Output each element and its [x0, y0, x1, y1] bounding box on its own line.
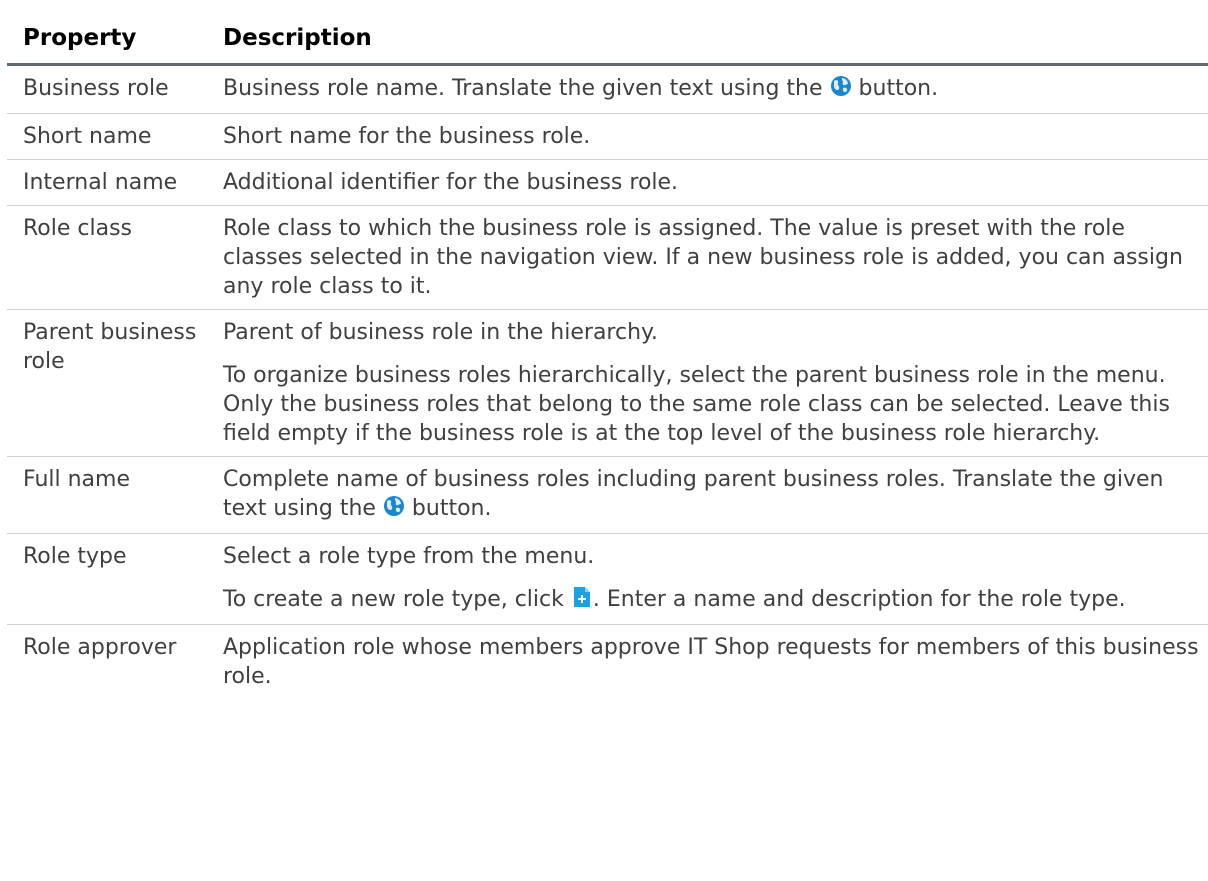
header-description: Description — [214, 16, 1208, 66]
description-paragraph: Business role name. Translate the given … — [223, 74, 1200, 105]
table-row: Role class Role class to which the busine… — [7, 205, 1208, 310]
table-row: Role type Select a role type from the men… — [7, 533, 1208, 625]
description-cell: Additional identifier for the business r… — [214, 159, 1208, 206]
property-cell: Internal name — [7, 159, 214, 206]
description-cell: Select a role type from the menu. To crea… — [214, 533, 1208, 625]
description-text: button. — [404, 496, 492, 521]
description-paragraph: Application role whose members approve I… — [223, 635, 1199, 689]
description-text: . Enter a name and description for the r… — [592, 587, 1126, 612]
table-row: Short name Short name for the business ro… — [7, 113, 1208, 160]
add-document-icon — [571, 586, 593, 616]
description-text: Complete name of business roles includin… — [223, 467, 1164, 521]
globe-translate-icon — [830, 75, 852, 105]
table-row: Parent business role Parent of business r… — [7, 309, 1208, 457]
globe-translate-icon — [383, 495, 405, 525]
property-cell: Parent business role — [7, 309, 214, 457]
table-row: Business role Business role name. Transla… — [7, 64, 1208, 114]
description-cell: Complete name of business roles includin… — [214, 456, 1208, 534]
description-paragraph: Additional identifier for the business r… — [223, 170, 679, 195]
property-cell: Role approver — [23, 635, 177, 660]
description-cell: Parent of business role in the hierarchy… — [214, 309, 1208, 457]
table-row: Role approver Application role whose memb… — [7, 625, 1208, 700]
description-paragraph: Role class to which the business role is… — [223, 216, 1183, 299]
description-cell: Business role name. Translate the given … — [214, 64, 1208, 114]
property-cell: Full name — [7, 456, 214, 534]
table-header-row: Property Description — [7, 16, 1208, 66]
table-row: Full name Complete name of business roles… — [7, 456, 1208, 534]
description-paragraph: Parent of business role in the hierarchy… — [223, 320, 658, 345]
property-cell: Role class — [7, 205, 214, 310]
description-text: Business role name. Translate the given … — [223, 76, 823, 101]
description-paragraph: Select a role type from the menu. — [223, 544, 595, 569]
description-paragraph: Short name for the business role. — [223, 124, 591, 149]
property-table: Property Description Business role Busine… — [7, 16, 1208, 699]
description-cell: Application role whose members approve I… — [214, 625, 1208, 700]
description-paragraph: Complete name of business roles includin… — [223, 465, 1200, 525]
description-cell: Short name for the business role. — [214, 113, 1208, 160]
description-paragraph: To organize business roles hierarchicall… — [223, 363, 1170, 446]
property-cell: Role type — [7, 533, 214, 625]
table-row: Internal name Additional identifier for t… — [7, 159, 1208, 206]
description-paragraph: To create a new role type, click . Enter… — [223, 585, 1200, 616]
header-property: Property — [7, 16, 214, 66]
description-cell: Role class to which the business role is… — [214, 205, 1208, 310]
description-text: button. — [851, 76, 939, 101]
property-cell: Short name — [7, 113, 214, 160]
property-cell: Business role — [7, 64, 214, 114]
table-body: Business role Business role name. Transla… — [7, 64, 1208, 700]
description-text: To create a new role type, click — [223, 587, 564, 612]
